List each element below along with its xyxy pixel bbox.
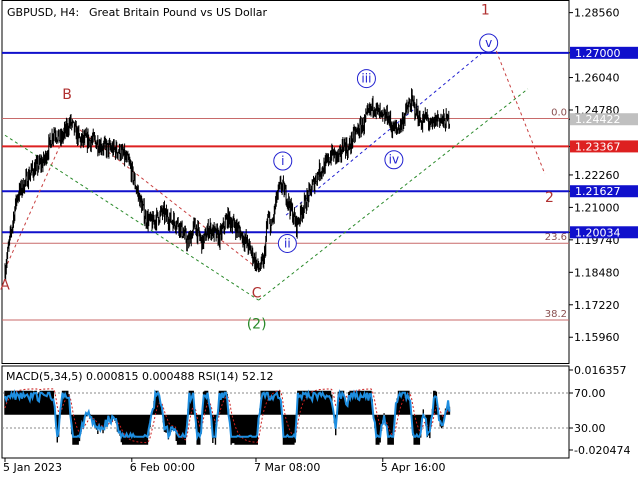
x-tick-label: 6 Feb 00:00 xyxy=(130,461,195,474)
wave-label: ii xyxy=(284,236,291,250)
gbpusd-chart: 1.285601.270001.260401.247801.244221.233… xyxy=(0,0,638,474)
x-tick-label: 5 Apr 16:00 xyxy=(381,461,446,474)
y-tick-label: 1.26040 xyxy=(574,72,620,85)
y-tick-label: 1.17220 xyxy=(574,299,620,312)
wave-label: (2) xyxy=(247,316,267,332)
indicator-readout: MACD(5,34,5) 0.000815 0.000488 RSI(14) 5… xyxy=(6,370,273,383)
wave-label: iii xyxy=(361,72,371,86)
y-tick-label: 1.21000 xyxy=(574,201,620,214)
fib-level-label: 38.2 xyxy=(545,309,567,320)
wave-label: 1 xyxy=(481,3,490,19)
wave-label: iv xyxy=(389,153,399,167)
current-price-label: 1.24422 xyxy=(575,113,621,126)
y-tick-label: 1.22260 xyxy=(574,169,620,182)
wave-label: v xyxy=(485,36,492,50)
fib-level-label: 0.0 xyxy=(551,108,567,119)
wave-label: i xyxy=(281,154,284,168)
wave-label: B xyxy=(62,87,72,103)
key-level-price-label: 1.27000 xyxy=(575,47,621,60)
indicator-tick-label: 30.00 xyxy=(574,422,606,435)
wave-label: A xyxy=(0,278,10,294)
key-level-price-label: 1.20034 xyxy=(575,226,621,239)
symbol-timeframe: GBPUSD, H4: xyxy=(7,6,79,19)
x-tick-label: 7 Mar 08:00 xyxy=(254,461,320,474)
indicator-tick-label: 0.016357 xyxy=(574,364,627,377)
main-plot-frame xyxy=(1,0,570,364)
indicator-tick-label: 70.00 xyxy=(574,387,606,400)
y-tick-label: 1.15960 xyxy=(574,331,620,344)
key-level-price-label: 1.21627 xyxy=(575,185,621,198)
chart-root: 1.285601.270001.260401.247801.244221.233… xyxy=(0,0,640,480)
wave-label: 2 xyxy=(545,190,554,206)
wave-label: C xyxy=(252,285,262,301)
indicator-tick-label: -0.020474 xyxy=(574,444,630,457)
x-tick-label: 5 Jan 2023 xyxy=(3,461,62,474)
y-tick-label: 1.18480 xyxy=(574,266,620,279)
symbol-description: Great Britain Pound vs US Dollar xyxy=(89,6,268,19)
key-level-price-label: 1.23367 xyxy=(575,140,621,153)
y-tick-label: 1.28560 xyxy=(574,7,620,20)
fib-level-label: 23.6 xyxy=(545,232,567,243)
